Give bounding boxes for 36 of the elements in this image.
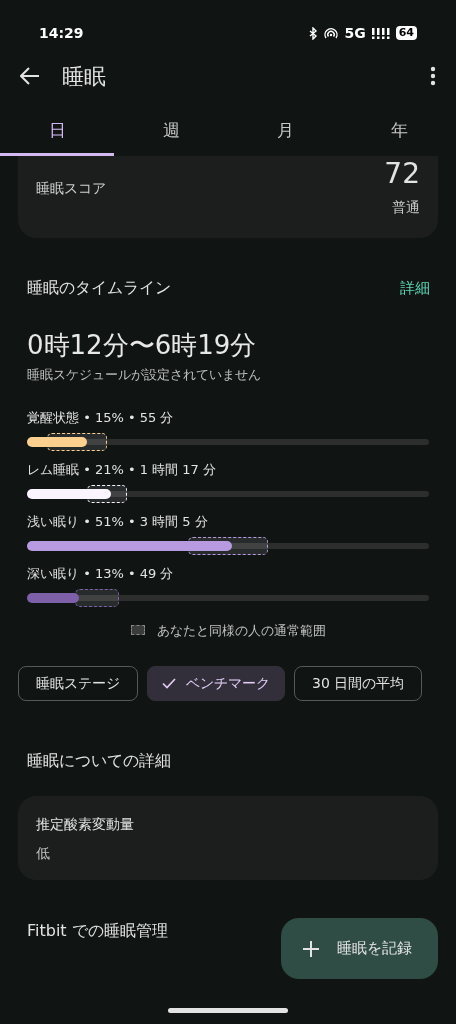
screen-title: 睡眠 [62,62,106,91]
metric-label: 推定酸素変動量 [36,815,135,834]
section-heading: 睡眠についての詳細 [26,750,172,772]
network-type: 5G [344,23,366,43]
filter-chip[interactable]: 睡眠ステージ [18,666,138,701]
filter-chip[interactable]: 30 日間の平均 [294,666,423,701]
stage-label: 浅い眠り • 51% • 3 時間 5 分 [27,512,209,531]
period-tab[interactable]: 週 [114,108,228,156]
metric-value: 低 [36,844,51,863]
plus-icon [303,940,319,957]
stage-label: レム睡眠 • 21% • 1 時間 17 分 [27,460,217,479]
filter-chip[interactable]: ベンチマーク [147,666,285,701]
score-value: 72 [384,157,420,191]
stage-label: 覚醒状態 • 15% • 55 分 [27,408,175,427]
section-heading: Fitbit での睡眠管理 [26,920,169,942]
battery-indicator: 64 [395,26,417,40]
hotspot-icon [324,27,339,39]
period-tab[interactable]: 月 [228,108,342,156]
check-icon [162,678,176,689]
back-icon[interactable] [20,67,40,85]
stage-label: 深い眠り • 13% • 49 分 [27,564,175,583]
range-legend-icon [130,625,145,636]
details-link[interactable]: 詳細 [400,276,430,300]
typical-range-marker [75,588,120,607]
schedule-note: 睡眠スケジュールが設定されていません [27,366,262,384]
sleep-time-range: 0時12分〜6時19分 [27,329,258,362]
clock: 14:29 [39,23,84,43]
log-sleep-button[interactable]: 睡眠を記録 [281,918,438,979]
bluetooth-icon [309,26,319,40]
period-tab[interactable]: 年 [342,108,456,156]
score-label: 睡眠スコア [36,179,106,198]
score-rating: 普通 [392,198,420,217]
section-heading: 睡眠のタイムライン [27,277,171,299]
more-options-icon[interactable] [430,66,436,86]
legend-label: あなたと同様の人の通常範囲 [156,621,326,640]
signal-icon [371,27,390,39]
